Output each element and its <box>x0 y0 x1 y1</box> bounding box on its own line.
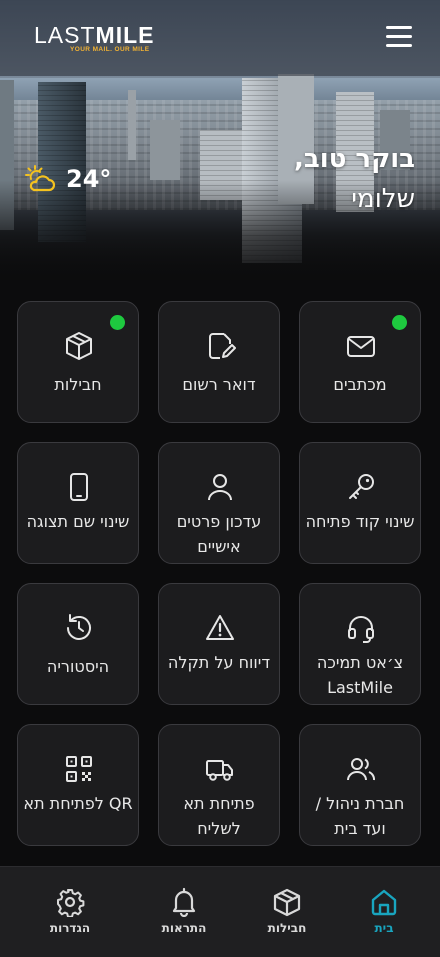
hamburger-menu-button[interactable] <box>386 26 412 48</box>
lastmile-logo[interactable]: LASTMILE YOUR MAIL. OUR MILE <box>34 22 164 56</box>
tile-label: חבילות <box>54 375 102 394</box>
tile-label: פתיחת תא לשליח <box>183 794 255 838</box>
nav-item-packages[interactable]: חבילות <box>242 867 332 957</box>
tile-management-company[interactable]: חברת ניהול / ועד בית <box>299 724 421 846</box>
history-icon <box>67 614 91 640</box>
tile-packages[interactable]: חבילות <box>17 301 139 423</box>
display-device-icon <box>70 473 88 501</box>
delivery-truck-icon <box>206 760 233 781</box>
nav-item-settings[interactable]: הגדרות <box>25 867 115 957</box>
weather-temperature: 24° <box>66 165 112 193</box>
bottom-navigation: בית חבילות התראות הגדרות <box>0 866 440 957</box>
tile-label: שינוי קוד פתיחה <box>305 512 415 531</box>
tile-label: מכתבים <box>333 375 387 394</box>
nav-item-label: הגדרות <box>49 921 91 935</box>
tile-label: היסטוריה <box>46 657 110 676</box>
tile-label: שינוי שם תצוגה <box>26 512 130 531</box>
tile-label: QR לפתיחת תא <box>23 794 133 813</box>
warning-icon <box>206 615 234 640</box>
user-icon <box>208 474 232 501</box>
home-icon <box>371 889 397 916</box>
greeting-user-name: שלומי <box>351 184 415 214</box>
logo-text-bold: MILE <box>95 22 155 48</box>
nav-item-notifications[interactable]: התראות <box>139 867 229 957</box>
tile-label: צ׳אט תמיכה LastMile <box>316 653 404 697</box>
menu-line <box>386 26 412 29</box>
tile-change-display-name[interactable]: שינוי שם תצוגה <box>17 442 139 564</box>
tile-history[interactable]: היסטוריה <box>17 583 139 705</box>
tile-update-personal-details[interactable]: עדכון פרטים אישיים <box>158 442 280 564</box>
key-icon <box>349 474 374 499</box>
nav-item-home[interactable]: בית <box>339 867 429 957</box>
menu-line <box>386 44 412 47</box>
notification-dot <box>392 315 407 330</box>
tile-support-chat[interactable]: צ׳אט תמיכה LastMile <box>299 583 421 705</box>
tile-qr-open-locker[interactable]: QR לפתיחת תא <box>17 724 139 846</box>
tile-label: עדכון פרטים אישיים <box>176 512 262 556</box>
signed-document-icon <box>209 333 236 359</box>
headset-icon <box>348 616 374 643</box>
notification-dot <box>110 315 125 330</box>
tile-change-access-code[interactable]: שינוי קוד פתיחה <box>299 442 421 564</box>
users-icon <box>347 758 375 781</box>
nav-item-label: חבילות <box>267 921 307 935</box>
tile-registered-mail[interactable]: דואר רשום <box>158 301 280 423</box>
tile-label: דואר רשום <box>182 375 256 394</box>
tile-letters[interactable]: מכתבים <box>299 301 421 423</box>
weather-widget: 24° <box>24 164 111 194</box>
menu-line <box>386 35 412 38</box>
logo-text-light: LAST <box>34 22 96 48</box>
tile-open-locker-for-courier[interactable]: פתיחת תא לשליח <box>158 724 280 846</box>
nav-item-label: בית <box>374 921 394 935</box>
tile-report-issue[interactable]: דיווח על תקלה <box>158 583 280 705</box>
nav-item-label: התראות <box>161 921 207 935</box>
tile-label: דיווח על תקלה <box>167 653 271 672</box>
partly-cloudy-sun-icon <box>25 165 56 192</box>
greeting-title: בוקר טוב, <box>294 144 415 174</box>
envelope-icon <box>347 336 375 357</box>
bell-icon <box>172 887 196 917</box>
tile-label: חברת ניהול / ועד בית <box>315 794 405 838</box>
package-icon <box>66 332 92 360</box>
qr-code-icon <box>66 756 92 782</box>
package-icon <box>273 888 301 917</box>
gear-icon <box>57 889 85 917</box>
top-bar: LASTMILE YOUR MAIL. OUR MILE <box>0 0 440 76</box>
logo-wordmark: LASTMILE <box>34 22 164 48</box>
